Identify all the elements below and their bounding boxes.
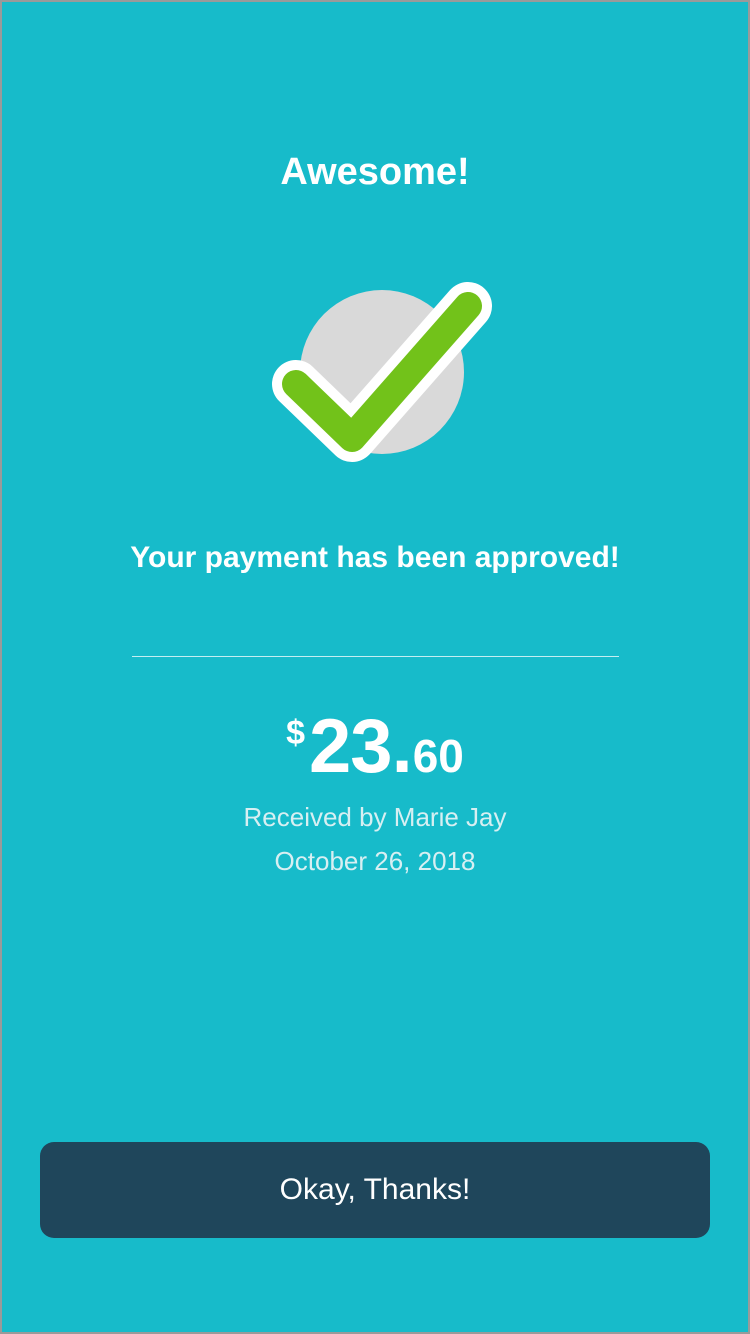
divider: [132, 656, 619, 657]
check-icon: [272, 282, 492, 462]
payment-amount: $23.60: [2, 702, 748, 792]
amount-whole: 23: [309, 704, 393, 789]
success-badge: [272, 272, 492, 472]
okay-thanks-button[interactable]: Okay, Thanks!: [40, 1142, 710, 1238]
page-title: Awesome!: [280, 151, 470, 193]
amount-cents: 60: [412, 730, 464, 782]
recipient-text: Received by Marie Jay: [243, 802, 507, 832]
approval-message: Your payment has been approved!: [130, 541, 620, 574]
payment-confirmation-screen: Awesome! Your payment has been approved!…: [0, 0, 750, 1334]
currency-symbol: $: [286, 714, 306, 752]
payment-date: October 26, 2018: [274, 846, 476, 876]
amount-decimal-point: .: [391, 704, 413, 789]
